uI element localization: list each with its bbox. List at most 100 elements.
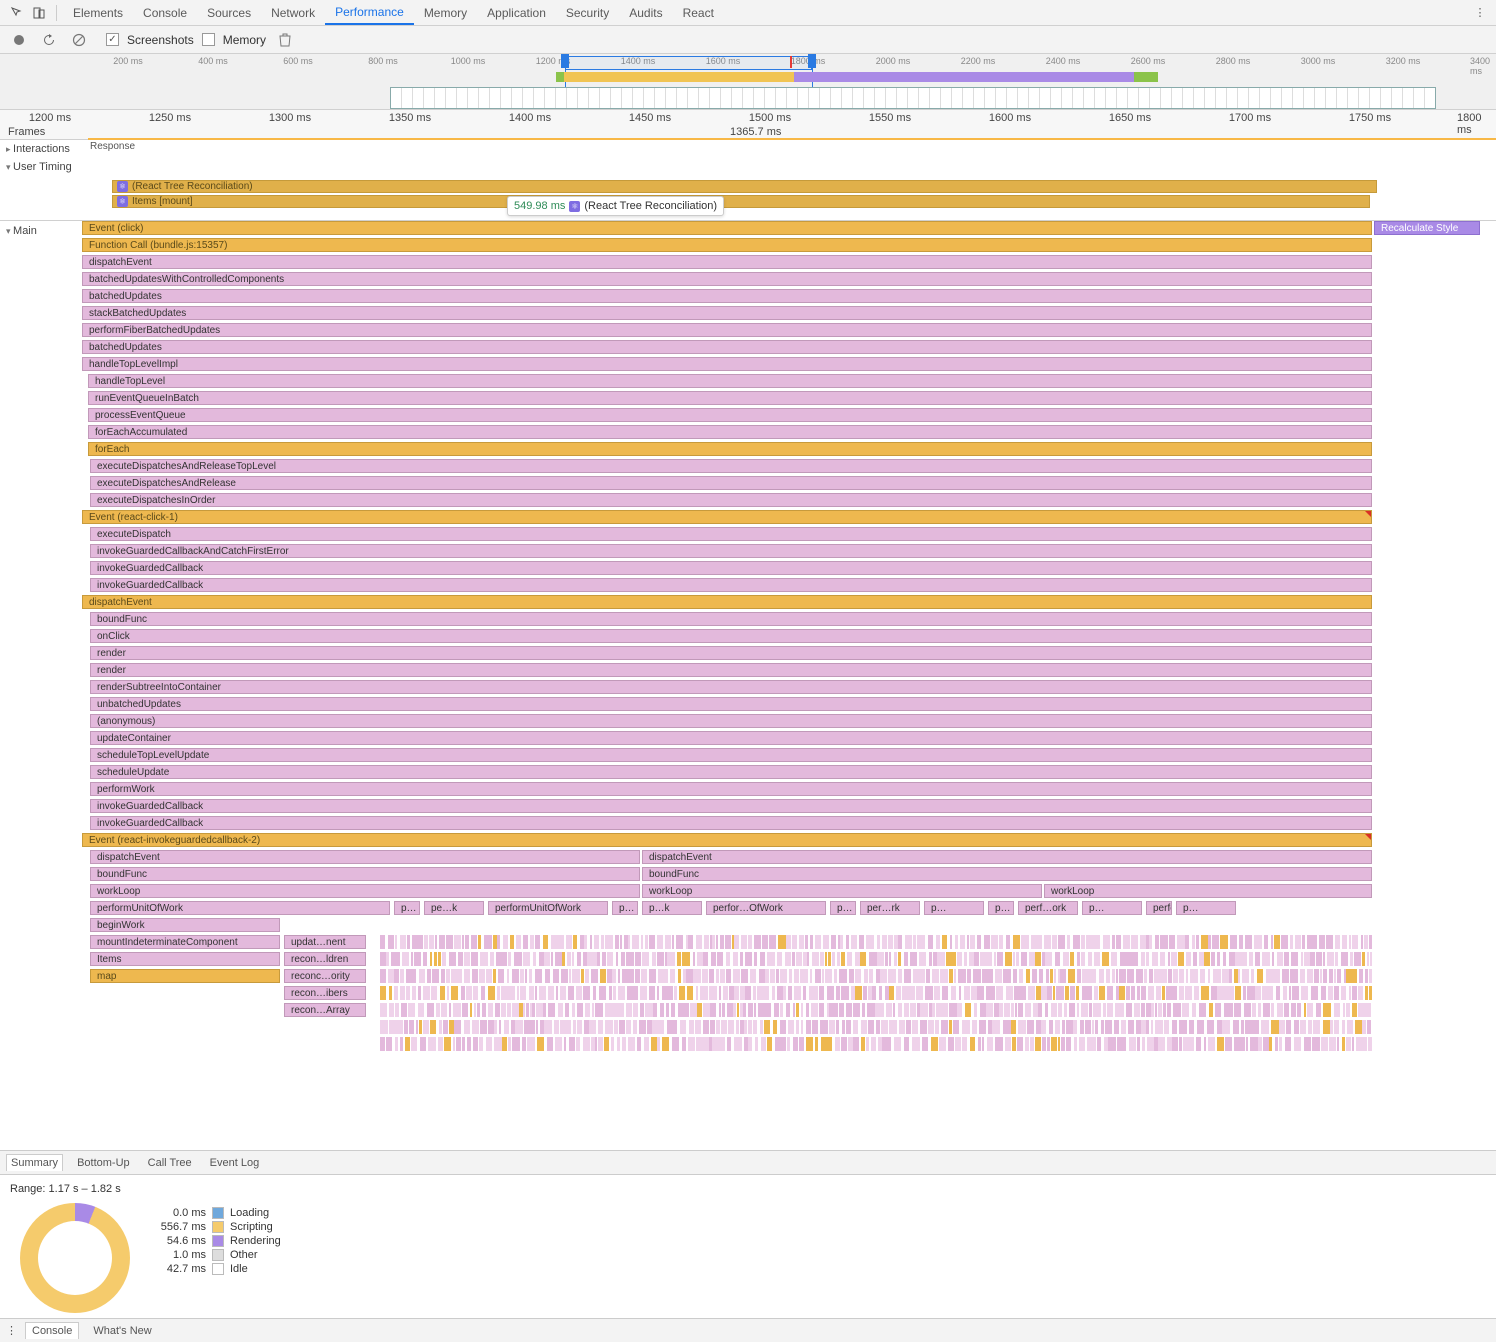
flame-call[interactable]: performUnitOfWork [90,901,390,915]
tab-application[interactable]: Application [477,2,556,24]
user-timing-track-label[interactable]: User Timing [0,161,82,173]
tab-call-tree[interactable]: Call Tree [144,1155,196,1171]
clear-icon[interactable] [68,29,90,51]
flame-call[interactable]: batchedUpdates [82,340,1372,354]
interactions-track-label[interactable]: Interactions [0,143,82,155]
interactions-track[interactable]: Response [82,140,1496,158]
tab-memory[interactable]: Memory [414,2,477,24]
tab-react[interactable]: React [673,2,724,24]
flame-call[interactable]: dispatchEvent [90,850,640,864]
flame-call[interactable]: per…rk [860,901,920,915]
tab-security[interactable]: Security [556,2,619,24]
timing-bar-items-mount[interactable]: ⚛ Items [mount] [112,195,1370,208]
trash-icon[interactable] [274,29,296,51]
flame-event[interactable]: dispatchEvent [82,595,1372,609]
flame-call[interactable]: handleTopLevelImpl [82,357,1372,371]
flame-call[interactable]: p… [830,901,856,915]
reload-icon[interactable] [38,29,60,51]
flame-function-call[interactable]: Function Call (bundle.js:15357) [82,238,1372,252]
drawer-more-icon[interactable]: ⋮ [6,1324,17,1337]
flame-call[interactable]: scheduleTopLevelUpdate [90,748,1372,762]
flame-call[interactable]: workLoop [1044,884,1372,898]
flame-call[interactable]: performWork [90,782,1372,796]
flame-call[interactable]: perf…ork [1018,901,1078,915]
flame-call[interactable]: (anonymous) [90,714,1372,728]
flame-call[interactable]: render [90,663,1372,677]
inspect-icon[interactable] [6,2,28,24]
flame-call[interactable]: p… [924,901,984,915]
overview-selection[interactable] [565,56,812,70]
tab-network[interactable]: Network [261,2,325,24]
flame-call[interactable]: beginWork [90,918,280,932]
flame-call[interactable]: invokeGuardedCallback [90,799,1372,813]
flame-event-click[interactable]: Event (click) [82,221,1372,235]
flame-event[interactable]: Event (react-invokeguardedcallback-2) [82,833,1372,847]
memory-checkbox[interactable] [202,33,215,46]
drawer-tab-whats-new[interactable]: What's New [87,1323,157,1339]
flame-call[interactable]: workLoop [642,884,1042,898]
flame-call[interactable]: p… [1176,901,1236,915]
flame-call[interactable]: forEach [88,442,1372,456]
flame-call[interactable]: invokeGuardedCallback [90,561,1372,575]
time-ruler[interactable]: 1200 ms 1250 ms 1300 ms 1350 ms 1400 ms … [0,110,1496,140]
flame-call[interactable]: runEventQueueInBatch [88,391,1372,405]
flame-call[interactable]: stackBatchedUpdates [82,306,1372,320]
flame-call[interactable]: p… [612,901,638,915]
flame-call[interactable]: workLoop [90,884,640,898]
tab-elements[interactable]: Elements [63,2,133,24]
flame-call[interactable]: scheduleUpdate [90,765,1372,779]
screenshots-checkbox[interactable] [106,33,119,46]
flame-call[interactable]: dispatchEvent [642,850,1372,864]
flame-event[interactable]: Event (react-click-1) [82,510,1372,524]
tab-bottom-up[interactable]: Bottom-Up [73,1155,134,1171]
overview-timeline[interactable]: 200 ms 400 ms 600 ms 800 ms 1000 ms 1200… [0,54,1496,110]
tab-event-log[interactable]: Event Log [206,1155,264,1171]
flame-call[interactable]: invokeGuardedCallback [90,816,1372,830]
flame-call[interactable]: boundFunc [642,867,1372,881]
flame-call[interactable]: boundFunc [90,612,1372,626]
ruler-tick: 1450 ms [629,112,671,124]
flame-call[interactable]: batchedUpdatesWithControlledComponents [82,272,1372,286]
record-icon[interactable] [8,29,30,51]
flame-call[interactable]: onClick [90,629,1372,643]
flame-call[interactable]: boundFunc [90,867,640,881]
flame-call[interactable]: p…k [642,901,702,915]
flame-call[interactable]: invokeGuardedCallback [90,578,1372,592]
flame-call[interactable]: render [90,646,1372,660]
flame-call[interactable]: executeDispatch [90,527,1372,541]
tab-summary[interactable]: Summary [6,1154,63,1171]
timing-bar-react-tree-recon[interactable]: ⚛ (React Tree Reconciliation) [112,180,1377,193]
flame-call[interactable]: perfo…Work [1146,901,1172,915]
flame-call[interactable]: performFiberBatchedUpdates [82,323,1372,337]
flame-call[interactable]: batchedUpdates [82,289,1372,303]
flame-call[interactable]: perfor…OfWork [706,901,826,915]
flame-call[interactable]: executeDispatchesInOrder [90,493,1372,507]
flame-dense[interactable] [90,935,1372,1054]
flame-call[interactable]: updateContainer [90,731,1372,745]
tab-console[interactable]: Console [133,2,197,24]
flame-call[interactable]: executeDispatchesAndReleaseTopLevel [90,459,1372,473]
tab-performance[interactable]: Performance [325,1,414,25]
more-icon[interactable]: ⋮ [1470,6,1490,19]
flame-call[interactable]: renderSubtreeIntoContainer [90,680,1372,694]
user-timing-track[interactable] [82,158,1496,176]
flame-call[interactable]: handleTopLevel [88,374,1372,388]
flame-call[interactable]: dispatchEvent [82,255,1372,269]
tab-audits[interactable]: Audits [619,2,672,24]
main-track-label[interactable]: ▾ Main [0,221,82,241]
flame-chart[interactable]: Event (click) Recalculate Style Function… [82,221,1496,1021]
flame-call[interactable]: processEventQueue [88,408,1372,422]
flame-call[interactable]: p… [988,901,1014,915]
flame-call[interactable]: executeDispatchesAndRelease [90,476,1372,490]
flame-call[interactable]: performUnitOfWork [488,901,608,915]
flame-call[interactable]: pe…k [424,901,484,915]
flame-recalc-style[interactable]: Recalculate Style [1374,221,1480,235]
drawer-tab-console[interactable]: Console [25,1322,79,1339]
flame-call[interactable]: forEachAccumulated [88,425,1372,439]
flame-call[interactable]: p… [1082,901,1142,915]
flame-call[interactable]: invokeGuardedCallbackAndCatchFirstError [90,544,1372,558]
device-mode-icon[interactable] [28,2,50,24]
tab-sources[interactable]: Sources [197,2,261,24]
flame-call[interactable]: unbatchedUpdates [90,697,1372,711]
flame-call[interactable]: p… [394,901,420,915]
